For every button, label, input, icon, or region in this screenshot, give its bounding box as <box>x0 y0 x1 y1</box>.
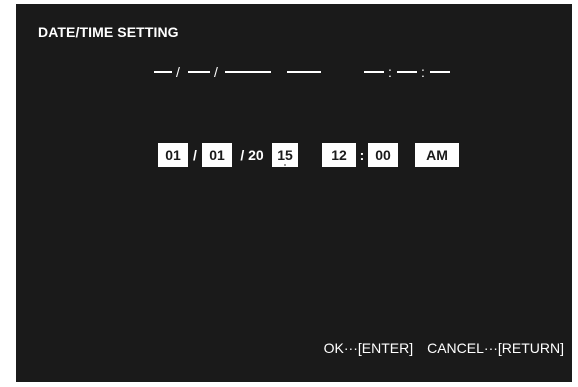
current-hour-dash <box>364 71 384 73</box>
cursor-marker <box>284 164 286 166</box>
year-field[interactable]: 15 <box>272 143 298 167</box>
current-minute-dash <box>397 71 417 73</box>
year-value: 15 <box>277 147 293 163</box>
current-year-dash <box>225 71 271 73</box>
datetime-fields: 01 / 01 / 20 15 12 : 00 AM <box>16 143 572 167</box>
current-month-dash <box>154 71 172 73</box>
current-ampm-dash <box>287 71 321 73</box>
osd-screen: DATE/TIME SETTING / / : : 01 / 01 / 20 1… <box>16 4 572 382</box>
date-separator: / <box>193 147 197 163</box>
month-field[interactable]: 01 <box>158 143 188 167</box>
screen-title: DATE/TIME SETTING <box>38 24 179 40</box>
day-field[interactable]: 01 <box>202 143 232 167</box>
key-hints: OK···[ENTER] CANCEL···[RETURN] <box>324 340 564 356</box>
ampm-field[interactable]: AM <box>415 143 459 167</box>
year-prefix: / 20 <box>240 147 264 163</box>
current-second-dash <box>430 71 450 73</box>
time-separator: : <box>359 147 365 163</box>
current-date-separator: / <box>214 64 218 80</box>
minute-field[interactable]: 00 <box>368 143 398 167</box>
current-day-dash <box>188 71 210 73</box>
current-datetime-display: / / : : <box>16 62 572 82</box>
ok-enter-hint[interactable]: OK···[ENTER] <box>324 340 413 356</box>
current-time-separator: : <box>388 64 392 80</box>
cancel-return-hint[interactable]: CANCEL···[RETURN] <box>427 340 564 356</box>
current-time-separator: : <box>421 64 425 80</box>
hour-field[interactable]: 12 <box>322 143 356 167</box>
current-date-separator: / <box>176 64 180 80</box>
